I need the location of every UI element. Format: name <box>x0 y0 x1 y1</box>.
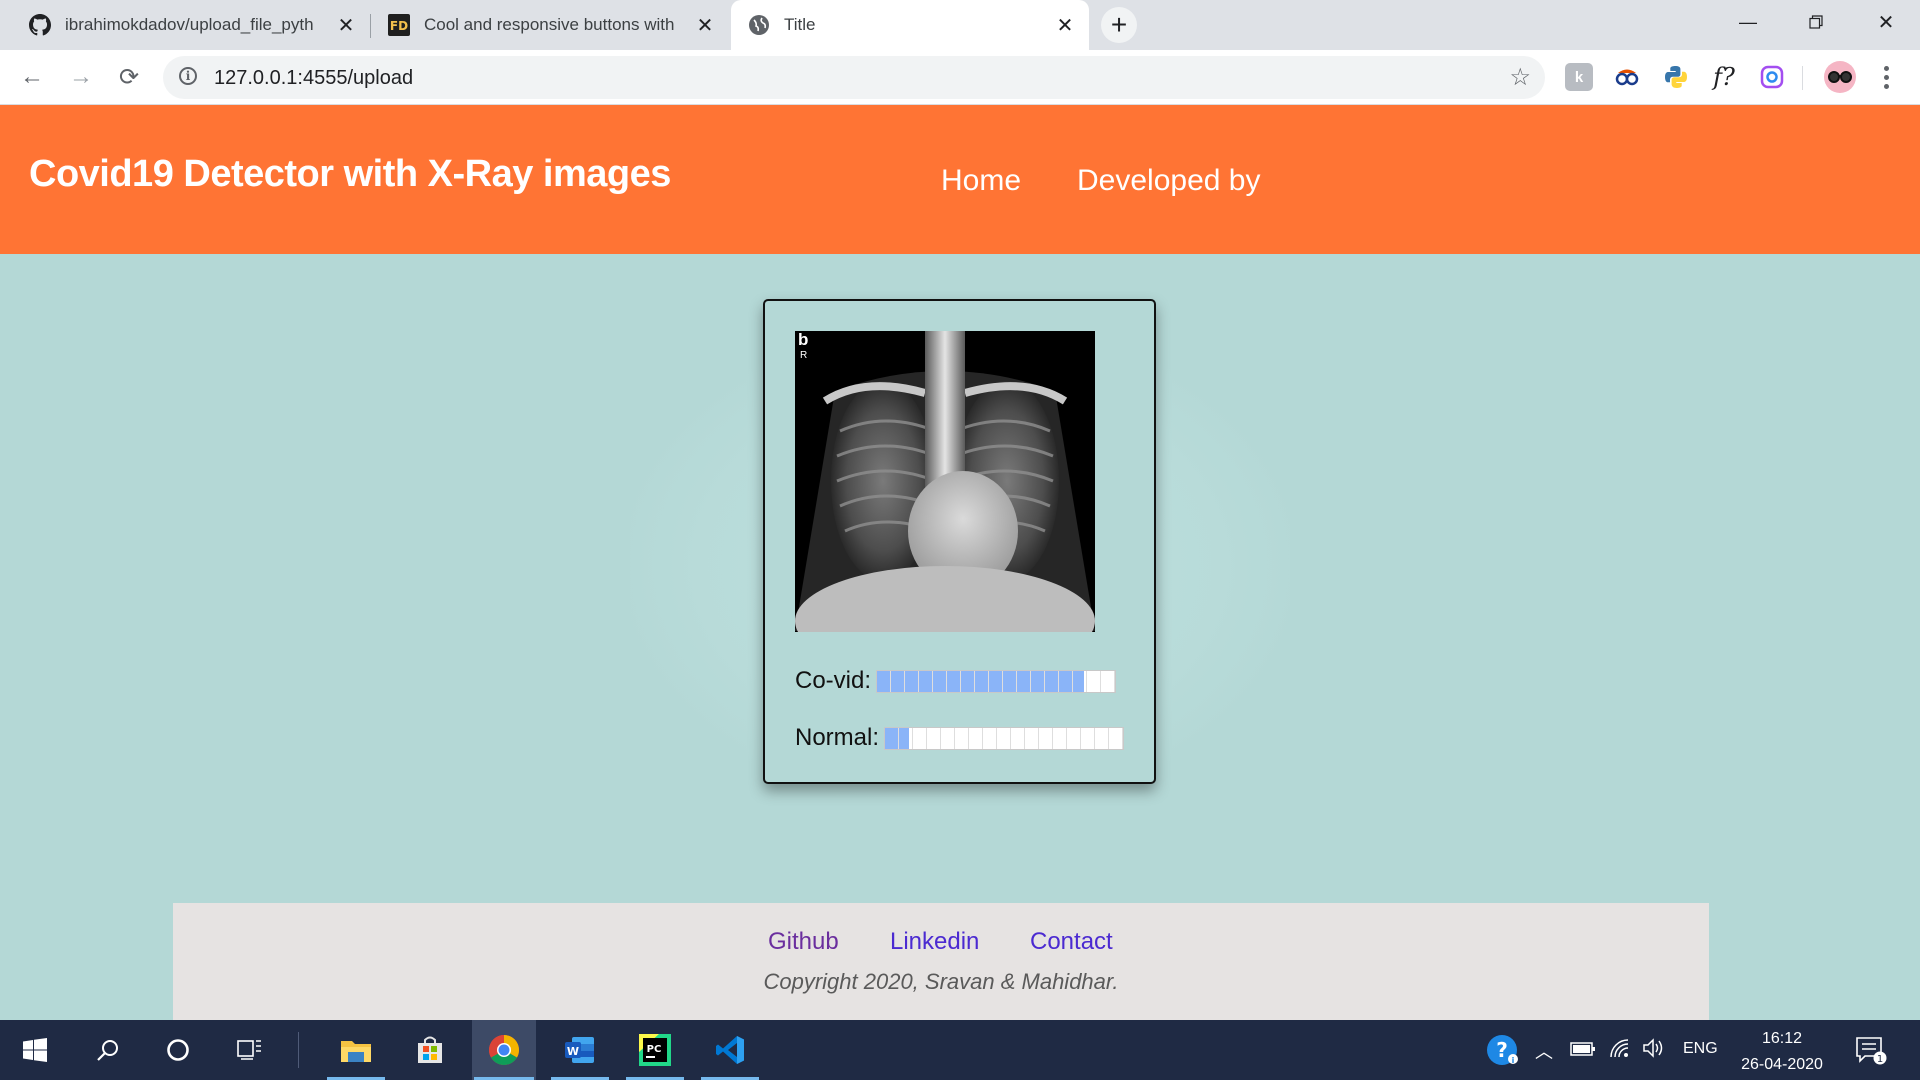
wifi-icon[interactable] <box>1609 1038 1631 1063</box>
close-tab-icon[interactable]: ✕ <box>334 13 358 37</box>
result-card: b R Co-vid: Normal: <box>763 299 1156 784</box>
forward-button[interactable]: → <box>64 60 98 94</box>
image-label-r: R <box>800 350 807 361</box>
nav-developed-by-link[interactable]: Developed by <box>1077 164 1260 198</box>
profile-avatar[interactable] <box>1824 61 1856 93</box>
pycharm-icon[interactable]: PC <box>624 1020 686 1080</box>
vscode-icon[interactable] <box>699 1020 761 1080</box>
reload-button[interactable]: ⟳ <box>112 60 146 94</box>
clock-date: 26-04-2020 <box>1741 1056 1823 1073</box>
word-icon[interactable]: W <box>549 1020 611 1080</box>
notification-count: 1 <box>1877 1054 1883 1065</box>
search-icon[interactable] <box>78 1020 138 1080</box>
instagram-icon[interactable] <box>1758 63 1786 91</box>
file-explorer-icon[interactable] <box>325 1020 387 1080</box>
address-bar[interactable]: i 127.0.0.1:4555/upload ☆ <box>163 56 1545 99</box>
normal-progress-bar <box>884 726 1125 750</box>
show-hidden-icons-chevron[interactable]: ︿ <box>1535 1038 1553 1064</box>
cortana-icon[interactable] <box>148 1020 208 1080</box>
restore-button[interactable] <box>1782 0 1850 44</box>
microsoft-store-icon[interactable] <box>400 1020 460 1080</box>
info-icon[interactable]: i <box>179 67 197 85</box>
covid-result-row: Co-vid: <box>795 667 1117 695</box>
task-view-icon[interactable] <box>220 1020 280 1080</box>
footer-contact-link[interactable]: Contact <box>1030 928 1113 956</box>
footer-linkedin-link[interactable]: Linkedin <box>890 928 979 956</box>
start-button[interactable] <box>5 1020 65 1080</box>
tab-strip: ibrahimokdadov/upload_file_pyth ✕ FD Coo… <box>0 0 1920 50</box>
covid-progress-bar <box>876 669 1117 693</box>
svg-text:i: i <box>1512 1056 1515 1065</box>
minimize-button[interactable]: — <box>1714 0 1782 44</box>
site-title: Covid19 Detector with X-Ray images <box>29 153 671 195</box>
taskbar: W PC ? i ︿ ENG 16:12 26-04-2020 1 <box>0 1020 1920 1080</box>
action-center-icon[interactable]: 1 <box>1846 1020 1896 1080</box>
covid-label: Co-vid: <box>795 667 872 694</box>
tab-title: ibrahimokdadov/upload_file_pyth <box>65 15 314 34</box>
tab-title: Cool and responsive buttons with <box>424 15 675 34</box>
close-tab-icon[interactable]: ✕ <box>1053 13 1077 37</box>
tab-title-active[interactable]: Title ✕ <box>731 0 1089 50</box>
copyright-text: Copyright 2020, Sravan & Mahidhar. <box>763 969 1119 994</box>
chrome-taskbar-icon[interactable] <box>472 1020 536 1080</box>
extension-icon[interactable]: k <box>1565 63 1593 91</box>
site-header: Covid19 Detector with X-Ray images Home … <box>0 105 1920 254</box>
browser-toolbar: ← → ⟳ i 127.0.0.1:4555/upload ☆ k f? <box>0 50 1920 105</box>
taskbar-divider <box>298 1032 299 1068</box>
clock[interactable]: 16:12 26-04-2020 <box>1734 1026 1830 1078</box>
url-text: 127.0.0.1:4555/upload <box>214 67 414 89</box>
new-tab-button[interactable]: + <box>1101 7 1137 43</box>
volume-icon[interactable] <box>1642 1038 1666 1063</box>
xray-image: b R <box>795 331 1095 632</box>
svg-text:PC: PC <box>647 1044 662 1055</box>
svg-text:W: W <box>567 1045 579 1058</box>
language-indicator[interactable]: ENG <box>1683 1040 1718 1058</box>
back-button[interactable]: ← <box>15 60 49 94</box>
globe-icon <box>748 14 770 36</box>
clock-time: 16:12 <box>1761 1030 1803 1047</box>
image-label-b: b <box>798 331 808 349</box>
footer-github-link[interactable]: Github <box>768 928 839 956</box>
close-tab-icon[interactable]: ✕ <box>693 13 717 37</box>
chrome-menu-icon[interactable] <box>1876 62 1896 92</box>
tab-title: Title <box>784 15 816 34</box>
close-window-button[interactable]: ✕ <box>1852 0 1920 44</box>
formula-icon[interactable]: f? <box>1710 63 1738 91</box>
nav-home-link[interactable]: Home <box>941 164 1021 198</box>
help-icon[interactable]: ? i <box>1478 1020 1528 1080</box>
normal-result-row: Normal: <box>795 724 1125 752</box>
python-icon[interactable] <box>1662 63 1690 91</box>
svg-text:FD: FD <box>390 19 408 33</box>
normal-label: Normal: <box>795 724 880 751</box>
tab-buttons[interactable]: FD Cool and responsive buttons with ✕ <box>371 0 729 50</box>
toolbar-divider <box>1802 66 1803 90</box>
bookmark-star-icon[interactable]: ☆ <box>1509 63 1531 92</box>
tab-github[interactable]: ibrahimokdadov/upload_file_pyth ✕ <box>12 0 370 50</box>
spy-glasses-icon[interactable] <box>1613 63 1641 91</box>
site-footer: Github Linkedin Contact Copyright 2020, … <box>173 903 1709 1020</box>
battery-icon[interactable] <box>1570 1040 1596 1063</box>
fd-favicon-icon: FD <box>388 14 410 36</box>
svg-text:?: ? <box>1496 1038 1508 1062</box>
github-icon <box>29 14 51 36</box>
